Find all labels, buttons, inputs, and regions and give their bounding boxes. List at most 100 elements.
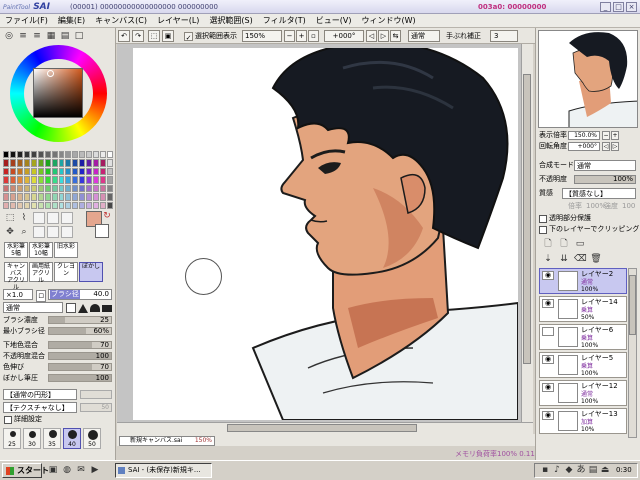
brush-shape-strength[interactable] (80, 390, 112, 399)
protect-alpha-checkbox[interactable] (539, 215, 547, 223)
color-swatch[interactable] (23, 184, 30, 193)
persistence-slider[interactable]: 70 (48, 363, 112, 371)
brush-size-slider[interactable]: ブラシ径 40.0 (48, 289, 112, 300)
menu-edit[interactable]: 編集(E) (53, 14, 90, 28)
layer-item[interactable]: ◉ レイヤー13 加算 10% (539, 408, 627, 434)
color-swatch[interactable] (16, 184, 23, 193)
color-swatch[interactable] (79, 159, 86, 167)
canvas-tab[interactable]: 新規キャンバス.sai 150% (119, 436, 215, 446)
color-swatch[interactable] (79, 176, 86, 184)
color-swatch[interactable] (30, 159, 37, 167)
color-swatch[interactable] (37, 151, 44, 159)
color-swatch[interactable] (107, 184, 113, 193)
size-lock-icon[interactable]: ▫ (36, 290, 46, 302)
color-swatch[interactable] (93, 159, 100, 167)
color-swatch[interactable] (65, 176, 72, 184)
deselect-icon[interactable]: ⬚ (148, 30, 160, 42)
tip-shape-sharp-icon[interactable] (78, 304, 88, 313)
selection-tool-icon[interactable]: ⬚ (5, 213, 15, 223)
new-linework-layer-icon[interactable]: 🗋 (558, 239, 570, 249)
tray-volume-icon[interactable]: ♪ (552, 465, 562, 475)
color-swatch[interactable] (30, 193, 37, 201)
color-swatch[interactable] (16, 159, 23, 167)
layer-mode-dropdown[interactable]: 通常 (574, 160, 636, 171)
tool-watercolor-10[interactable]: 水彩筆 10幅 (29, 242, 53, 258)
zoom-tool-icon[interactable]: ⌕ (19, 227, 29, 237)
rotation-dropdown[interactable]: +000° (324, 30, 364, 42)
color-swatch[interactable] (86, 184, 93, 193)
maximize-button[interactable]: □ (613, 2, 624, 12)
color-swatch[interactable] (3, 201, 9, 209)
color-swatch[interactable] (9, 184, 16, 193)
color-swatch[interactable] (79, 151, 86, 159)
swap-colors-icon[interactable]: ↻ (102, 211, 112, 221)
tray-display-icon[interactable]: ▤ (588, 465, 598, 475)
color-swatch[interactable] (86, 167, 93, 176)
color-swatch[interactable] (23, 151, 30, 159)
color-swatch[interactable] (51, 159, 58, 167)
new-layer-icon[interactable]: 🗋 (542, 239, 554, 249)
brush-density-slider[interactable]: 25 (48, 316, 112, 324)
color-swatch[interactable] (51, 193, 58, 201)
brush-shape-dropdown[interactable]: 【通常の円形】 (3, 389, 77, 400)
color-swatch[interactable] (3, 159, 9, 167)
zoom-dropdown[interactable]: 150% (242, 30, 282, 42)
color-swatch[interactable] (65, 159, 72, 167)
color-picker-cursor[interactable] (47, 70, 54, 77)
color-swatch[interactable] (37, 159, 44, 167)
merge-down-icon[interactable]: ⇊ (558, 254, 570, 264)
color-swatch[interactable] (100, 176, 107, 184)
color-swatch[interactable] (72, 159, 79, 167)
view-angle-field[interactable]: +000° (568, 142, 600, 151)
taskbar-app-button[interactable]: SAI - (未保存)新規キ... (115, 463, 212, 478)
invert-selection-icon[interactable]: ▣ (162, 30, 174, 42)
layer-item[interactable]: ◉ レイヤー12 通常 100% (539, 380, 627, 406)
color-swatch[interactable] (44, 193, 51, 201)
layer-list-scrollbar[interactable] (628, 268, 637, 438)
close-button[interactable]: × (626, 2, 637, 12)
brush-preset-30[interactable]: 30 (23, 428, 41, 449)
view-zoom-field[interactable]: 150.0% (568, 131, 600, 140)
color-swatch[interactable] (86, 201, 93, 209)
layer-texture-dropdown[interactable]: 【質感なし】 (562, 188, 636, 199)
color-swatch[interactable] (16, 193, 23, 201)
color-swatch[interactable] (9, 201, 16, 209)
view-zoom-in-button[interactable]: + (611, 131, 619, 140)
color-swatch[interactable] (93, 193, 100, 201)
color-swatch[interactable] (86, 176, 93, 184)
start-button[interactable]: スタート (2, 463, 49, 478)
color-swatch[interactable] (72, 151, 79, 159)
color-swatch-grid[interactable] (3, 151, 113, 209)
rotate-left-button[interactable]: ◁ (366, 30, 377, 42)
quicklaunch-desktop-icon[interactable]: ▣ (47, 465, 59, 475)
menu-selection[interactable]: 選択範囲(S) (204, 14, 257, 28)
color-swatch[interactable] (44, 184, 51, 193)
tool-old-watercolor[interactable]: 旧水彩 (54, 242, 78, 258)
color-swatch[interactable] (37, 167, 44, 176)
color-swatch[interactable] (58, 201, 65, 209)
color-swatch[interactable] (100, 167, 107, 176)
texture-dropdown[interactable]: 【テクスチャなし】 (3, 402, 77, 413)
brush-preset-35[interactable]: 35 (43, 428, 61, 449)
palette-mode-icon[interactable]: ▦ (45, 31, 57, 41)
color-swatch[interactable] (100, 184, 107, 193)
color-swatch[interactable] (3, 184, 9, 193)
color-swatch[interactable] (58, 176, 65, 184)
color-swatch[interactable] (30, 184, 37, 193)
visibility-eye-icon[interactable]: ◉ (542, 271, 554, 280)
color-swatch[interactable] (58, 167, 65, 176)
rotate-view-right-button[interactable]: ▷ (611, 142, 619, 151)
color-swatch[interactable] (86, 193, 93, 201)
color-swatch[interactable] (3, 167, 9, 176)
color-swatch[interactable] (44, 201, 51, 209)
secondary-color[interactable] (95, 224, 109, 238)
layer-item[interactable]: レイヤー6 乗算 100% (539, 324, 627, 350)
tray-usb-icon[interactable]: ⏏ (600, 465, 610, 475)
blending-slider[interactable]: 70 (48, 341, 112, 349)
detail-settings-checkbox[interactable] (4, 416, 12, 424)
visibility-eye-icon[interactable] (542, 327, 554, 336)
color-swatch[interactable] (72, 201, 79, 209)
color-swatch[interactable] (23, 193, 30, 201)
color-swatch[interactable] (107, 151, 113, 159)
menu-filter[interactable]: フィルタ(T) (258, 14, 311, 28)
